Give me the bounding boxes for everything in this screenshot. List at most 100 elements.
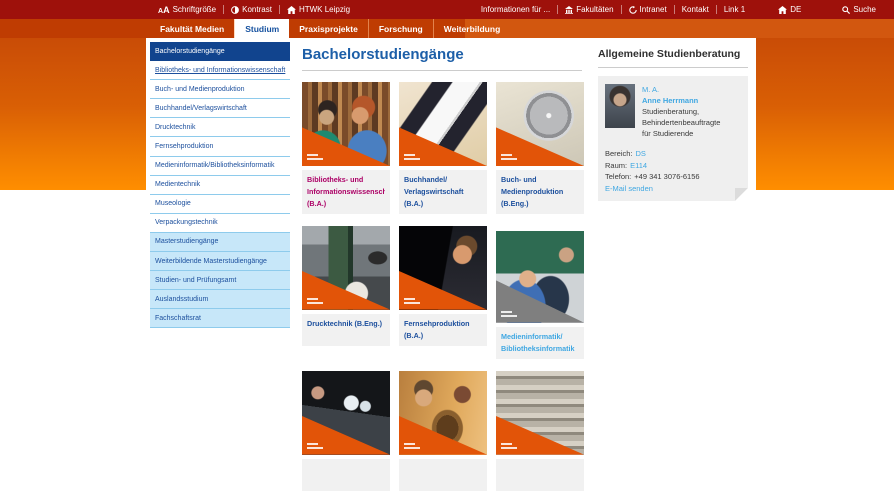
course-card-title[interactable]: Buchhandel/​Verlagswirtschaft (B.A.) [404, 174, 482, 210]
search-control[interactable]: Suche [842, 5, 876, 14]
sidebar-item-label: Museologie [155, 200, 191, 207]
font-size-icon: AA [158, 5, 170, 15]
sidebar-item-label: Medientechnik [155, 181, 200, 188]
contact-person-text: M. A. Anne Herrmann Studienberatung, Beh… [642, 84, 720, 139]
sidebar-item-label: Medieninformatik/​Bibliotheksinformatik [155, 162, 274, 169]
course-card[interactable]: Drucktechnik (B.Eng.) [302, 226, 390, 346]
contact-role-line: für Studierende [642, 128, 720, 139]
sidebar-item[interactable]: Bibliotheks- und Informationswissenschaf… [150, 61, 290, 80]
course-card[interactable]: Buch- und Medienproduktion (B.Eng.) [496, 82, 584, 214]
contact-bereich-row: Bereich:DS [605, 148, 741, 160]
sidebar-item[interactable]: Masterstudiengänge [150, 233, 290, 252]
faculty-brand-badge [496, 280, 584, 322]
contrast-control[interactable]: Kontrast [231, 5, 272, 14]
bereich-value[interactable]: DS [636, 149, 646, 158]
sidebar-item[interactable]: Studien- und Prüfungsamt [150, 271, 290, 290]
contact-role-line: Studienberatung, [642, 106, 720, 117]
study-advice-aside: Allgemeine Studienberatung M. A. Anne He… [598, 48, 750, 201]
divider [557, 5, 558, 14]
intranet-label: Intranet [640, 5, 667, 14]
course-card[interactable] [399, 371, 487, 491]
course-card-title-area: Drucktechnik (B.Eng.) [302, 314, 390, 346]
divider [279, 5, 280, 14]
sidebar-item[interactable]: Fernsehproduktion [150, 137, 290, 156]
course-card-image [496, 231, 584, 323]
nav-tab[interactable]: Fakultät Medien [150, 19, 234, 38]
nav-tab[interactable]: Studium [234, 19, 289, 38]
htwk-home-link[interactable]: HTWK Leipzig [287, 5, 350, 14]
course-card-title-area: Buch- und Medienproduktion (B.Eng.) [496, 170, 584, 214]
email-link[interactable]: E-Mail senden [605, 183, 653, 195]
link1-label: Link 1 [724, 5, 745, 14]
aside-divider [598, 67, 748, 68]
contact-email-row: E-Mail senden [605, 183, 741, 195]
font-size-label: Schriftgröße [173, 5, 217, 14]
course-card-title[interactable]: Drucktechnik (B.Eng.) [307, 318, 385, 330]
raum-label: Raum: [605, 161, 627, 170]
faculties-label: Fakultäten [576, 5, 613, 14]
sidebar-item[interactable]: Buch- und Medienproduktion [150, 80, 290, 99]
contact-details: Bereich:DS Raum:E114 Telefon:+49 341 307… [605, 148, 741, 194]
sidebar-item[interactable]: Weiterbildende Masterstudiengänge [150, 252, 290, 271]
course-card-title[interactable]: Bibliotheks- und Informationswissenschaf… [307, 174, 385, 210]
course-card[interactable]: Medieninformatik/​Bibliotheksinformatik [496, 231, 584, 359]
contact-portrait-photo [605, 84, 635, 128]
contact-telefon-row: Telefon:+49 341 3076-6156 [605, 171, 741, 183]
sidebar-item[interactable]: Fachschaftsrat [150, 309, 290, 328]
title-divider [302, 70, 582, 71]
course-card-title[interactable]: Fernsehproduktion (B.A.) [404, 318, 482, 342]
nav-tab[interactable]: Forschung [368, 19, 433, 38]
info-for-menu[interactable]: Informationen für ... [481, 5, 550, 14]
nav-tab[interactable]: Praxisprojekte [289, 19, 368, 38]
utility-right-group: Informationen für ... Fakultäten Intrane… [481, 5, 876, 14]
sidebar-item-label: Auslandsstudium [155, 296, 208, 303]
sidebar-item[interactable]: Buchhandel/​Verlagswirtschaft [150, 99, 290, 118]
course-card[interactable]: Fernsehproduktion (B.A.) [399, 226, 487, 346]
sidebar-item[interactable]: Drucktechnik [150, 118, 290, 137]
divider [674, 5, 675, 14]
nav-tab[interactable]: Weiterbildung [433, 19, 511, 38]
contact-label: Kontakt [682, 5, 709, 14]
bereich-label: Bereich: [605, 149, 633, 158]
faculties-link[interactable]: Fakultäten [565, 5, 613, 14]
contact-role-line: Behindertenbeauftragte [642, 117, 720, 128]
sidebar-item-label: Fachschaftsrat [155, 315, 201, 322]
faculty-brand-badge [496, 416, 584, 455]
faculty-brand-badge [302, 127, 390, 166]
course-card-title[interactable]: Medieninformatik/​Bibliotheksinformatik [501, 331, 579, 355]
course-card[interactable] [302, 371, 390, 491]
faculty-brand-badge [399, 127, 487, 166]
course-card-image [496, 82, 584, 166]
sidebar-item[interactable]: Bachelorstudiengänge [150, 42, 290, 61]
font-size-control[interactable]: AA Schriftgröße [158, 5, 216, 15]
course-card-grid: Bibliotheks- und Informationswissenschaf… [302, 82, 594, 491]
content-panel: BachelorstudiengängeBibliotheks- und Inf… [146, 38, 756, 450]
course-sidebar: BachelorstudiengängeBibliotheks- und Inf… [150, 42, 290, 328]
sidebar-item[interactable]: Verpackungstechnik [150, 214, 290, 233]
link1[interactable]: Link 1 [724, 5, 745, 14]
nav-tab-label: Forschung [379, 24, 423, 34]
faculty-brand-badge [302, 271, 390, 310]
contact-link[interactable]: Kontakt [682, 5, 709, 14]
intranet-link[interactable]: Intranet [629, 5, 667, 14]
sidebar-item-label: Weiterbildende Masterstudiengänge [155, 258, 267, 265]
raum-value[interactable]: E114 [630, 161, 647, 170]
faculty-brand-badge [399, 271, 487, 310]
nav-tab-label: Fakultät Medien [160, 24, 224, 34]
course-card[interactable] [496, 371, 584, 491]
course-card-image [302, 226, 390, 310]
sidebar-item[interactable]: Medieninformatik/​Bibliotheksinformatik [150, 157, 290, 176]
course-card-image [496, 371, 584, 455]
sidebar-item[interactable]: Medientechnik [150, 176, 290, 195]
sidebar-item-label: Fernsehproduktion [155, 143, 213, 150]
language-label: DE [790, 5, 801, 14]
contact-name-link[interactable]: Anne Herrmann [642, 95, 720, 106]
course-card-title-area: Fernsehproduktion (B.A.) [399, 314, 487, 346]
course-card[interactable]: Bibliotheks- und Informationswissenschaf… [302, 82, 390, 214]
sidebar-item[interactable]: Auslandsstudium [150, 290, 290, 309]
sidebar-item[interactable]: Museologie [150, 195, 290, 214]
course-card-title[interactable]: Buch- und Medienproduktion (B.Eng.) [501, 174, 579, 210]
language-switch[interactable]: DE [778, 5, 801, 14]
contact-card: M. A. Anne Herrmann Studienberatung, Beh… [598, 76, 748, 201]
course-card[interactable]: Buchhandel/​Verlagswirtschaft (B.A.) [399, 82, 487, 214]
